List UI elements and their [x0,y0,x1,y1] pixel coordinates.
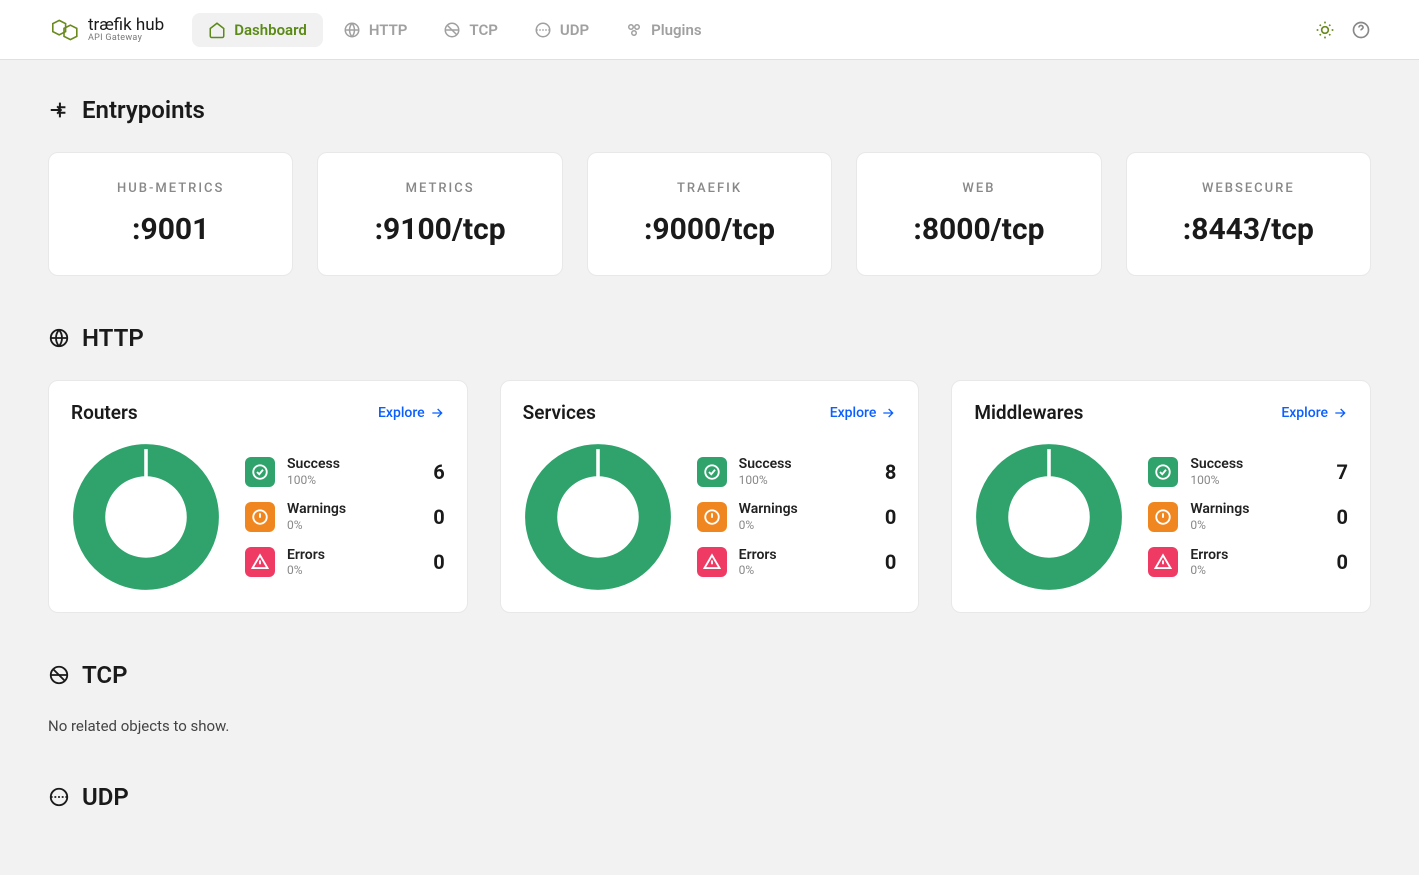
success-icon [245,457,275,487]
services-donut-chart [523,442,673,592]
globe-icon [343,21,361,39]
globe-slash-icon [48,664,70,686]
explore-link[interactable]: Explore [1281,405,1348,421]
explore-link[interactable]: Explore [378,405,445,421]
main-nav: Dashboard HTTP TCP UDP Plugins [192,13,717,47]
success-icon [697,457,727,487]
nav-tcp[interactable]: TCP [427,13,513,47]
arrow-right-icon [880,405,896,421]
section-tcp-header: TCP [48,661,1371,689]
nav-plugins[interactable]: Plugins [609,13,717,47]
entrypoints-icon [48,99,70,121]
tcp-empty-message: No related objects to show. [48,717,1371,735]
stat-row-success: Success100% 6 [245,456,445,487]
warning-icon [245,502,275,532]
stat-row-warnings: Warnings0% 0 [1148,501,1348,532]
middlewares-card: Middlewares Explore Success100% 7 Warnin… [951,380,1371,613]
logo-brand: træfik hub [88,17,164,34]
entrypoint-card[interactable]: HUB-METRICS :9001 [48,152,293,276]
entrypoint-card[interactable]: WEB :8000/tcp [856,152,1101,276]
entrypoints-list: HUB-METRICS :9001 METRICS :9100/tcp TRAE… [48,152,1371,276]
entrypoint-card[interactable]: METRICS :9100/tcp [317,152,562,276]
nav-dashboard[interactable]: Dashboard [192,13,323,47]
globe-dashed-icon [48,786,70,808]
routers-donut-chart [71,442,221,592]
success-icon [1148,457,1178,487]
header-actions [1315,20,1371,40]
stat-row-success: Success100% 8 [697,456,897,487]
error-icon [245,547,275,577]
error-icon [1148,547,1178,577]
globe-dashed-icon [534,21,552,39]
header: træfik hub API Gateway Dashboard HTTP TC… [0,0,1419,60]
traefik-logo-icon [48,14,80,46]
plugins-icon [625,21,643,39]
stat-row-warnings: Warnings0% 0 [697,501,897,532]
main-content: Entrypoints HUB-METRICS :9001 METRICS :9… [0,60,1419,875]
services-card: Services Explore Success100% 8 Warnings0… [500,380,920,613]
stat-row-errors: Errors0% 0 [1148,547,1348,578]
warning-icon [1148,502,1178,532]
entrypoint-card[interactable]: WEBSECURE :8443/tcp [1126,152,1371,276]
theme-toggle-icon[interactable] [1315,20,1335,40]
stat-row-errors: Errors0% 0 [697,547,897,578]
middlewares-donut-chart [974,442,1124,592]
error-icon [697,547,727,577]
arrow-right-icon [429,405,445,421]
explore-link[interactable]: Explore [830,405,897,421]
http-cards: Routers Explore Success100% 6 Warnings0%… [48,380,1371,613]
nav-http[interactable]: HTTP [327,13,424,47]
logo-subtitle: API Gateway [88,34,164,43]
logo[interactable]: træfik hub API Gateway [48,14,164,46]
globe-icon [48,327,70,349]
section-udp-header: UDP [48,783,1371,811]
section-entrypoints-header: Entrypoints [48,96,1371,124]
help-icon[interactable] [1351,20,1371,40]
entrypoint-card[interactable]: TRAEFIK :9000/tcp [587,152,832,276]
stat-row-warnings: Warnings0% 0 [245,501,445,532]
stat-row-success: Success100% 7 [1148,456,1348,487]
section-http-header: HTTP [48,324,1371,352]
home-icon [208,21,226,39]
stat-row-errors: Errors0% 0 [245,547,445,578]
globe-slash-icon [443,21,461,39]
routers-card: Routers Explore Success100% 6 Warnings0%… [48,380,468,613]
arrow-right-icon [1332,405,1348,421]
nav-udp[interactable]: UDP [518,13,605,47]
warning-icon [697,502,727,532]
